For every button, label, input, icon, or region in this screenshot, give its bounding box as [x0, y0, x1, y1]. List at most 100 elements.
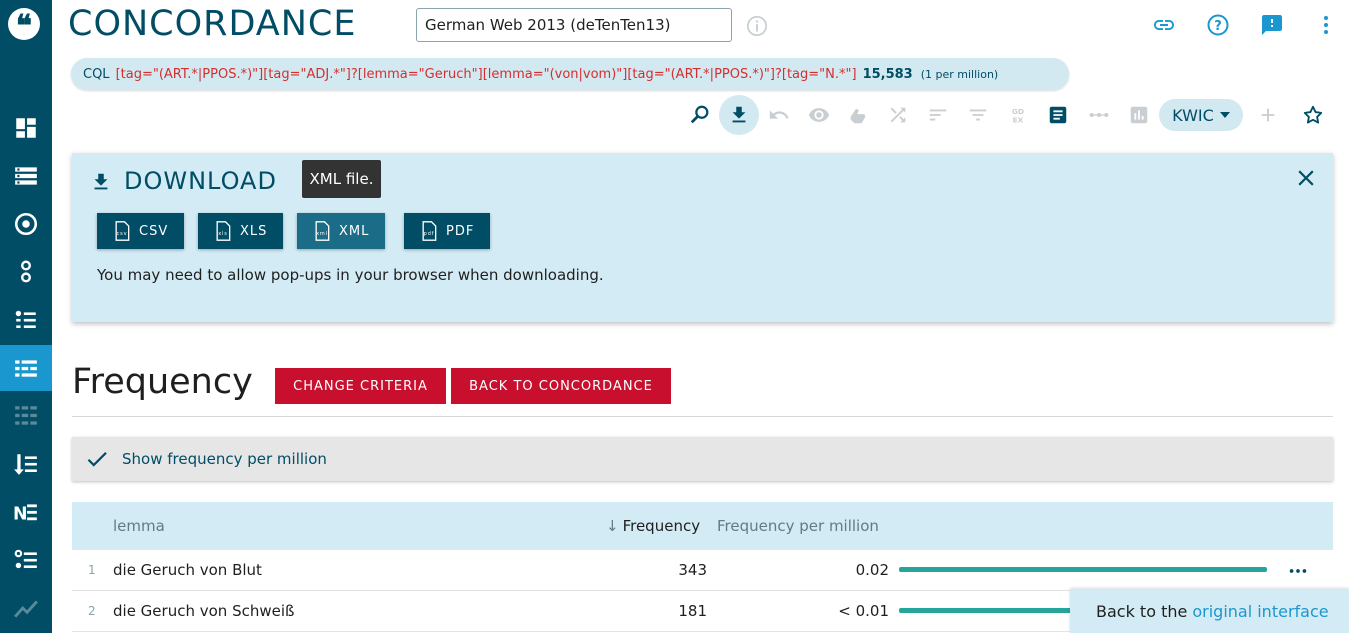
back-notice-text: Back to the — [1096, 601, 1188, 621]
filter-button[interactable] — [958, 95, 998, 135]
gdex-button[interactable]: GD EX — [998, 95, 1038, 135]
frequency-bar — [899, 608, 1094, 613]
link-icon[interactable] — [1151, 12, 1177, 38]
column-header-lemma[interactable]: lemma — [113, 517, 165, 535]
trends-icon — [14, 600, 38, 618]
shuffle-icon — [890, 107, 906, 123]
download-csv-label: CSV — [139, 223, 169, 239]
original-interface-link[interactable]: original interface — [1192, 602, 1328, 621]
corpus-list-icon — [15, 167, 37, 185]
download-xml-button[interactable]: xml XML — [297, 213, 386, 249]
caret-down-icon — [1219, 112, 1230, 118]
xml-tooltip: XML file. — [302, 160, 381, 198]
sidebar-item-ordered-list[interactable] — [0, 537, 52, 583]
svg-text:xls: xls — [218, 231, 227, 237]
search-icon — [690, 105, 709, 124]
keywords-icon — [21, 260, 31, 283]
view-mode-label: KWIC — [1172, 105, 1214, 125]
sketch-engine-logo-icon[interactable]: ❝ — [8, 8, 40, 44]
document-button[interactable] — [1038, 95, 1078, 135]
bullet-list-icon — [15, 310, 36, 329]
gdex-hand-button[interactable] — [838, 95, 878, 135]
page-title: Frequency — [72, 362, 253, 402]
back-to-original-notice: Back to the original interface — [1070, 589, 1349, 633]
close-icon[interactable] — [1293, 165, 1319, 191]
sort-arrow-icon: ↓ — [606, 517, 619, 535]
sidebar-item-corpus-list[interactable] — [0, 153, 52, 199]
svg-text:EX: EX — [1013, 115, 1024, 124]
pdf-file-icon: pdf — [422, 221, 437, 241]
download-pdf-button[interactable]: pdf PDF — [404, 213, 491, 249]
frequency-icon — [15, 360, 37, 377]
cql-query-text: [tag="(ART.*|PPOS.*)"][tag="ADJ.*"]?[lem… — [115, 66, 857, 82]
undo-icon — [769, 110, 789, 119]
download-title: DOWNLOAD — [124, 167, 277, 195]
undo-button[interactable] — [759, 95, 799, 135]
corpus-selector[interactable]: German Web 2013 (deTenTen13) — [416, 8, 732, 42]
visibility-button[interactable] — [799, 95, 839, 135]
shuffle-button[interactable] — [878, 95, 918, 135]
more-horiz-icon[interactable] — [1287, 560, 1309, 582]
download-xml-label: XML — [339, 223, 370, 239]
view-mode-dropdown[interactable]: KWIC — [1159, 99, 1243, 131]
table-header: lemma ↓ Frequency Frequency per million — [72, 502, 1333, 550]
table-row[interactable]: 1 die Geruch von Blut 343 0.02 — [72, 550, 1333, 591]
info-icon[interactable] — [746, 15, 768, 37]
cql-label: CQL — [83, 66, 110, 82]
download-xls-button[interactable]: xls XLS — [198, 213, 284, 249]
show-per-million-label: Show frequency per million — [122, 450, 327, 468]
app-title: CONCORDANCE — [68, 4, 357, 44]
sort-button[interactable] — [918, 95, 958, 135]
svg-text:csv: csv — [117, 231, 128, 237]
row-frequency: 343 — [678, 561, 707, 579]
sidebar-item-keywords[interactable] — [0, 249, 52, 295]
cql-query-chip[interactable]: CQL [tag="(ART.*|PPOS.*)"][tag="ADJ.*"]?… — [71, 58, 1069, 90]
hit-count: 15,583 — [862, 66, 913, 82]
xml-file-icon: xml — [315, 221, 330, 241]
download-note: You may need to allow pop-ups in your br… — [97, 266, 604, 284]
sidebar-item-frequency-grid[interactable] — [0, 393, 52, 439]
sidebar-item-target[interactable] — [0, 201, 52, 247]
column-header-frequency-per-million[interactable]: Frequency per million — [717, 517, 879, 535]
row-lemma: die Geruch von Blut — [113, 561, 262, 579]
show-per-million-toggle[interactable]: Show frequency per million — [72, 437, 1333, 481]
star-icon — [1303, 105, 1323, 124]
svg-text:N: N — [13, 505, 28, 525]
sort-list-icon — [14, 454, 37, 475]
search-button[interactable] — [680, 95, 720, 135]
more-vert-icon[interactable] — [1313, 12, 1339, 38]
check-icon — [87, 452, 107, 467]
hits-per-million: (1 per million) — [920, 67, 999, 81]
feedback-icon[interactable] — [1259, 12, 1285, 38]
svg-text:?: ? — [1214, 19, 1222, 34]
sidebar-item-dashboard[interactable] — [0, 105, 52, 151]
add-icon — [1261, 108, 1275, 122]
download-button[interactable] — [719, 95, 759, 135]
dashboard-icon — [16, 118, 36, 138]
more-horiz-icon — [1089, 112, 1109, 118]
sidebar-item-frequency[interactable] — [0, 345, 52, 391]
download-pdf-label: PDF — [446, 223, 475, 239]
download-icon — [732, 106, 746, 123]
sidebar-item-bullet-list[interactable] — [0, 297, 52, 343]
download-csv-button[interactable]: csv CSV — [97, 213, 185, 249]
column-header-frequency[interactable]: ↓ Frequency — [606, 517, 700, 535]
favorite-button[interactable] — [1293, 95, 1333, 135]
chart-button[interactable] — [1119, 95, 1159, 135]
help-icon[interactable]: ? — [1205, 12, 1231, 38]
frequency-bar-track — [899, 567, 1267, 572]
change-criteria-button[interactable]: CHANGE CRITERIA — [275, 368, 446, 404]
ordered-list-icon — [14, 549, 37, 569]
more-horiz-button[interactable] — [1079, 95, 1119, 135]
sort-icon — [929, 109, 947, 121]
csv-file-icon: csv — [115, 221, 130, 241]
xls-file-icon: xls — [216, 221, 231, 241]
add-button[interactable] — [1248, 95, 1288, 135]
sidebar-item-sort-list[interactable] — [0, 441, 52, 487]
back-to-concordance-button[interactable]: BACK TO CONCORDANCE — [451, 368, 671, 404]
target-icon — [14, 212, 38, 236]
row-lemma: die Geruch von Schweiß — [113, 602, 295, 620]
svg-text:pdf: pdf — [424, 231, 435, 237]
sidebar-item-ne[interactable]: N — [0, 489, 52, 535]
sidebar-item-trends[interactable] — [0, 585, 52, 631]
